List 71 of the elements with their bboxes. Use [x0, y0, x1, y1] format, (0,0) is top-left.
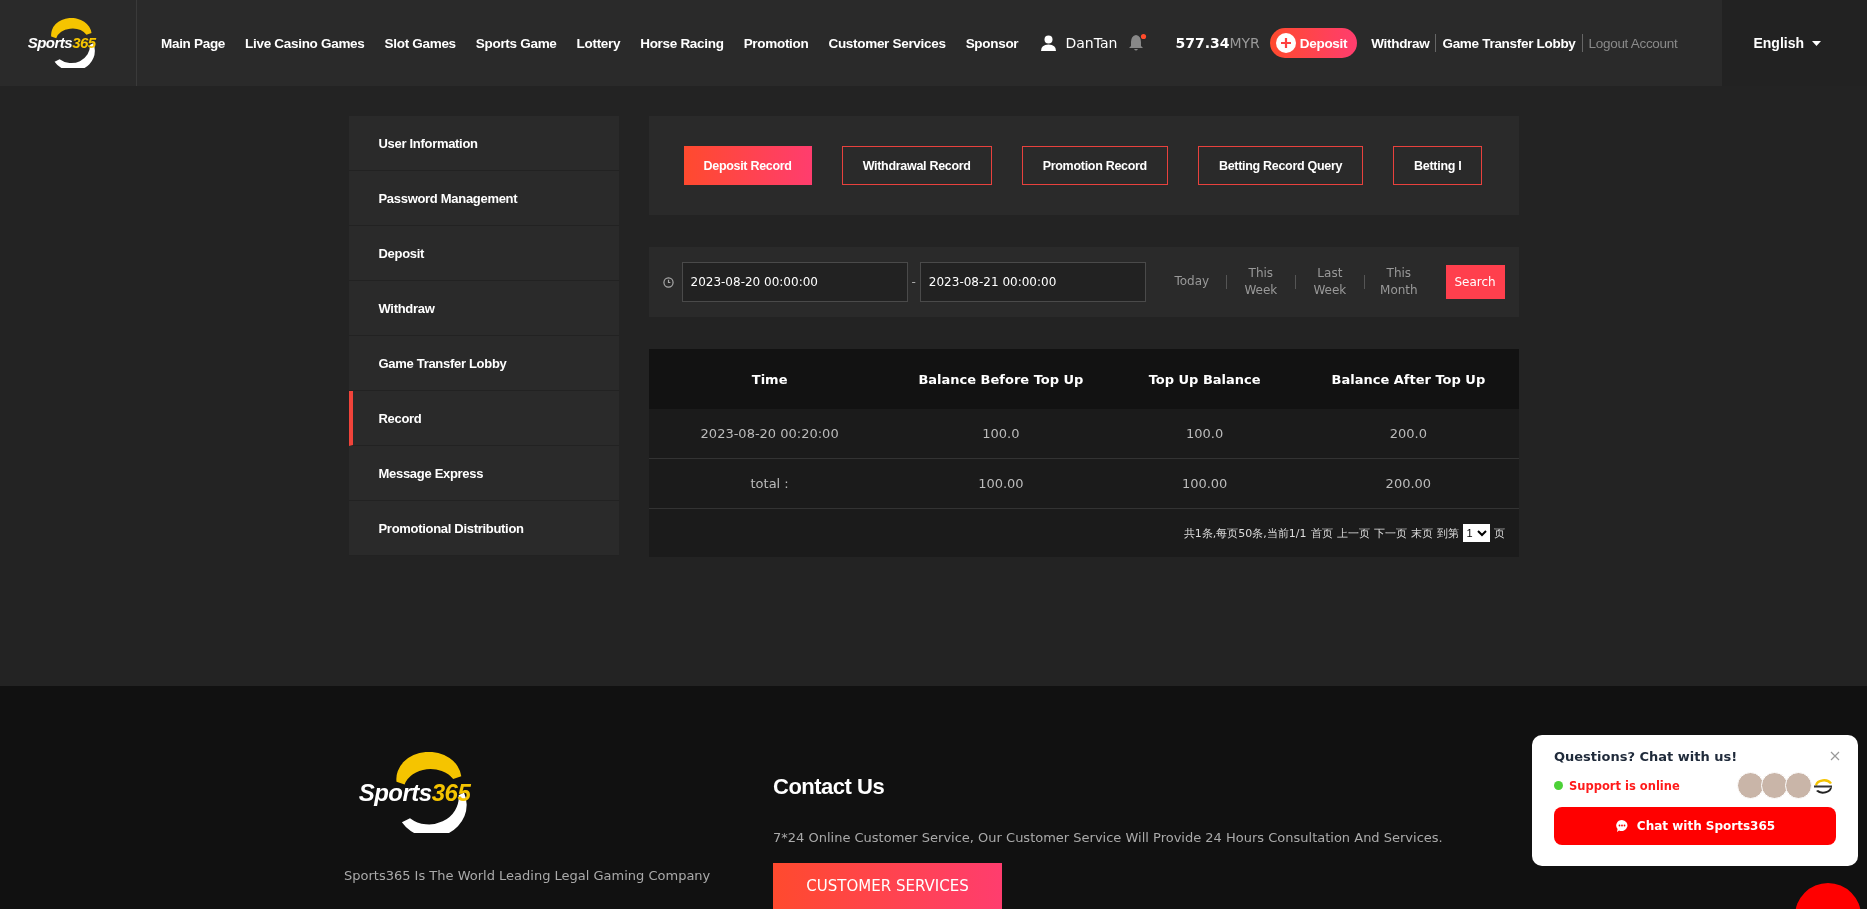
pagination-link[interactable]: 下一页	[1373, 525, 1407, 541]
avatar	[1761, 772, 1788, 799]
nav-link[interactable]: Promotion	[743, 35, 809, 51]
sidebar-item[interactable]: Promotional Distribution	[348, 501, 619, 556]
contact-title: Contact Us	[773, 774, 886, 800]
goto-label: 到第	[1436, 525, 1459, 541]
sidebar-item[interactable]: Deposit	[348, 226, 619, 281]
company-tagline: Sports365 Is The World Leading Legal Gaming Company	[344, 867, 711, 885]
nav-link[interactable]: Live Casino Games	[245, 35, 365, 51]
date-range-link[interactable]: This Week	[1230, 264, 1291, 300]
sidebar-item[interactable]: Password Management	[348, 171, 619, 226]
table-cell-text: 100.0	[981, 426, 1021, 441]
contact-text: 7*24 Online Customer Service, Our Customer Service Will Provide 24 Hours Consultation And Services.	[773, 830, 1443, 845]
plus-icon	[1275, 33, 1296, 53]
column-header: Time	[750, 371, 789, 387]
date-range-link[interactable]: Today	[1161, 273, 1222, 291]
user-icon[interactable]	[1040, 35, 1056, 51]
page-suffix: 页	[1493, 525, 1505, 541]
record-tab[interactable]: Betting Record Query	[1197, 146, 1364, 185]
column-header: Balance Before Top Up	[917, 371, 1085, 387]
pagination-link[interactable]: 上一页	[1336, 525, 1370, 541]
avatar	[1737, 772, 1764, 799]
header-link[interactable]: Withdraw	[1371, 35, 1430, 51]
username[interactable]: DanTan	[1065, 35, 1118, 51]
pagination-summary: 共1条,每页50条,当前1/1	[1183, 525, 1307, 541]
sidebar-item[interactable]: Message Express	[348, 446, 619, 501]
speech-bubble-icon	[1614, 819, 1629, 833]
date-range-link[interactable]: Last Week	[1299, 264, 1360, 300]
sidebar-item[interactable]: User Information	[348, 116, 619, 171]
date-range-link[interactable]: This Month	[1368, 264, 1429, 300]
nav-link[interactable]: Slot Games	[384, 35, 456, 51]
pagination-link[interactable]: 末页	[1410, 525, 1433, 541]
avatar	[1785, 772, 1812, 799]
nav-link[interactable]: Sports Game	[475, 35, 557, 51]
nav-link[interactable]: Horse Racing	[640, 35, 724, 51]
table-cell-text: 200.00	[1384, 476, 1433, 491]
nav-link[interactable]: Sponsor	[965, 35, 1019, 51]
pagination-link[interactable]: 首页	[1310, 525, 1333, 541]
record-tab[interactable]: Withdrawal Record	[841, 146, 992, 185]
date-separator: -	[911, 275, 916, 289]
table-cell-text: 2023-08-20 00:20:00	[699, 426, 840, 441]
logo-text: Sports365	[358, 778, 471, 807]
header-link[interactable]: Game Transfer Lobby	[1442, 35, 1576, 51]
column-header: Top Up Balance	[1147, 371, 1262, 387]
end-date-field[interactable]: 2023-08-21 00:00:00	[919, 262, 1146, 302]
nav-link[interactable]: Lottery	[576, 35, 621, 51]
caret-icon	[1812, 40, 1821, 46]
table-cell-text: 100.00	[1180, 476, 1229, 491]
sidebar-item[interactable]: Record	[348, 391, 619, 446]
balance-amount: 577.34MYR	[1175, 35, 1260, 51]
language-dropdown[interactable]: English	[1747, 34, 1827, 52]
chat-title: Questions? Chat with us!	[1554, 749, 1739, 764]
table-cell-text: 100.00	[977, 476, 1025, 491]
clock-icon	[662, 276, 674, 288]
support-status: Support is online	[1569, 778, 1680, 793]
table-cell-text: total :	[749, 476, 790, 491]
sidebar-item[interactable]: Game Transfer Lobby	[348, 336, 619, 391]
record-tab[interactable]: Promotion Record	[1021, 146, 1168, 185]
column-header: Balance After Top Up	[1330, 371, 1487, 387]
nav-link[interactable]: Customer Services	[828, 35, 946, 51]
chat-button[interactable]: Chat with Sports365	[1554, 807, 1836, 845]
nav-link[interactable]: Main Page	[161, 35, 226, 51]
bell-icon[interactable]	[1127, 33, 1148, 53]
sidebar-item[interactable]: Withdraw	[348, 281, 619, 336]
page-select[interactable]: 1	[1462, 524, 1490, 542]
close-icon[interactable]	[1828, 749, 1842, 763]
table-cell-text: 200.0	[1388, 426, 1428, 441]
record-tab[interactable]: Betting I	[1393, 146, 1483, 185]
table-cell-text: 100.0	[1185, 426, 1225, 441]
start-date-field[interactable]: 2023-08-20 00:00:00	[681, 262, 908, 302]
logo-text: Sports365	[27, 34, 96, 52]
